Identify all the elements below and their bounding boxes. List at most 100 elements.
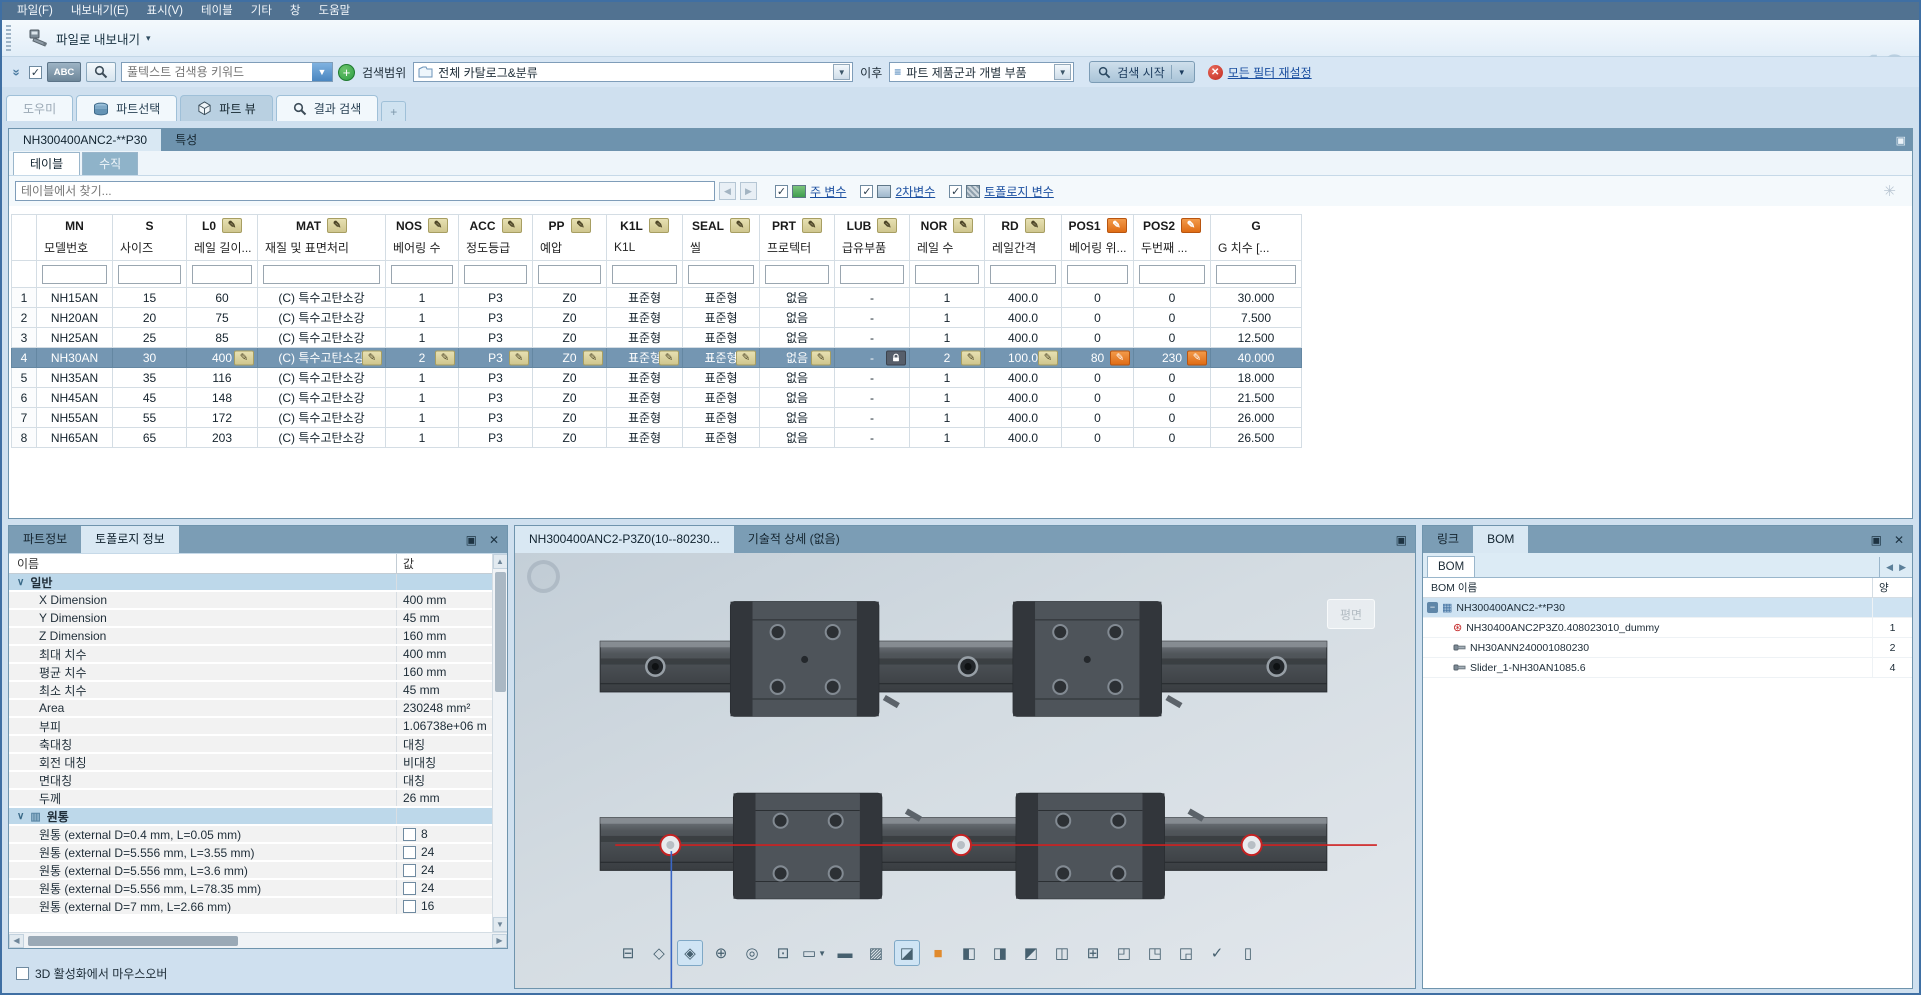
bom-maximize-icon[interactable]: ▣ <box>1871 533 1882 547</box>
main-tab-4[interactable]: + <box>381 101 406 121</box>
edit-pencil-icon[interactable]: ✎ <box>1110 350 1130 365</box>
main-tab-1[interactable]: 파트선택 <box>76 95 177 121</box>
view-tab-1[interactable]: 수직 <box>82 152 138 175</box>
scroll-left-icon[interactable]: ◀ <box>9 934 24 948</box>
bom-tab-right-icon[interactable]: ▶ <box>1897 562 1908 573</box>
main-tab-2[interactable]: 파트 뷰 <box>180 95 272 121</box>
menu-item-2[interactable]: 표시(V) <box>138 2 193 20</box>
hover-3d-checkbox-box[interactable] <box>16 967 29 980</box>
apply-icon[interactable]: ✓ <box>1204 940 1230 966</box>
cylinder-checkbox[interactable] <box>403 846 416 859</box>
view-front-icon[interactable]: ◧ <box>956 940 982 966</box>
edit-pencil-icon[interactable]: ✎ <box>327 218 347 233</box>
property-group-1[interactable]: ∨▥원통 <box>9 808 492 826</box>
panel-close-icon[interactable]: ✕ <box>489 533 499 547</box>
keyword-dropdown-icon[interactable]: ▼ <box>312 63 332 81</box>
edit-pencil-icon[interactable]: ✎ <box>362 350 382 365</box>
menu-item-3[interactable]: 테이블 <box>192 2 242 20</box>
scroll-right-icon[interactable]: ▶ <box>492 934 507 948</box>
bom-close-icon[interactable]: ✕ <box>1894 533 1904 547</box>
property-row[interactable]: 두께26 mm <box>9 790 492 808</box>
col-header-G[interactable]: G <box>1211 215 1302 237</box>
col-header-MN[interactable]: MN <box>37 215 113 237</box>
hatch-icon[interactable]: ▨ <box>863 940 889 966</box>
table-find-input[interactable] <box>15 181 715 201</box>
bom-tab-1[interactable]: BOM <box>1473 526 1528 553</box>
filter-input-S[interactable] <box>118 265 181 284</box>
scroll-down-icon[interactable]: ▼ <box>493 917 508 932</box>
maximize-icon[interactable]: ▣ <box>1896 134 1906 147</box>
main-tab-3[interactable]: 결과 검색 <box>276 95 379 121</box>
property-row[interactable]: 원통 (external D=0.4 mm, L=0.05 mm)8 <box>9 826 492 844</box>
view-iso-icon[interactable]: ◳ <box>1142 940 1168 966</box>
search-options-icon[interactable]: ▼ <box>1178 68 1186 77</box>
filter-input-PRT[interactable] <box>765 265 829 284</box>
panel-maximize-icon[interactable]: ▣ <box>466 533 477 547</box>
main-tab-0[interactable]: 도우미 <box>6 95 73 121</box>
cylinder-checkbox[interactable] <box>403 828 416 841</box>
viewer-maximize-icon[interactable]: ▣ <box>1396 533 1407 547</box>
edit-pencil-icon[interactable]: ✎ <box>222 218 242 233</box>
edit-pencil-icon[interactable]: ✎ <box>802 218 822 233</box>
edit-pencil-icon[interactable]: ✎ <box>583 350 603 365</box>
exit-3d-icon[interactable]: ▯ <box>1235 940 1261 966</box>
property-group-0[interactable]: ∨일반 <box>9 574 492 592</box>
checkbox-icon[interactable] <box>860 185 873 198</box>
menu-item-6[interactable]: 도움말 <box>310 2 360 20</box>
checkbox-icon[interactable] <box>949 185 962 198</box>
filter-input-NOR[interactable] <box>915 265 979 284</box>
edit-pencil-icon[interactable]: ✎ <box>1181 218 1201 233</box>
property-row[interactable]: 축대칭대칭 <box>9 736 492 754</box>
filter-input-SEAL[interactable] <box>688 265 754 284</box>
filter-input-G[interactable] <box>1216 265 1296 284</box>
filter-input-ACC[interactable] <box>464 265 527 284</box>
property-row[interactable]: 원통 (external D=5.556 mm, L=3.55 mm)24 <box>9 844 492 862</box>
menu-item-4[interactable]: 기타 <box>242 2 281 20</box>
col-header-LUB[interactable]: LUB✎ <box>835 215 910 237</box>
after-select[interactable]: ≡ 파트 제품군과 개별 부품 ▼ <box>889 62 1074 82</box>
table-row[interactable]: 7NH55AN55172(C) 특수고탄소강1P3Z0표준형표준형없음-1400… <box>12 408 1302 428</box>
orbit-icon[interactable]: ◎ <box>739 940 765 966</box>
bom-child-row[interactable]: NH30ANN2400010802302 <box>1423 638 1912 658</box>
edit-pencil-icon[interactable]: ✎ <box>435 350 455 365</box>
scope-dropdown-icon[interactable]: ▼ <box>833 64 850 80</box>
search-mode-button[interactable] <box>86 62 116 82</box>
collapse-chevron-icon[interactable]: ∨ <box>17 811 24 822</box>
bom-tab-0[interactable]: 링크 <box>1423 526 1473 553</box>
col-header-NOR[interactable]: NOR✎ <box>910 215 985 237</box>
toolbar-grip[interactable] <box>6 25 11 51</box>
plane-ghost-button[interactable]: 평면 <box>1327 599 1375 629</box>
edit-pencil-icon[interactable]: ✎ <box>736 350 756 365</box>
table-row[interactable]: 1NH15AN1560(C) 특수고탄소강1P3Z0표준형표준형없음-1400.… <box>12 288 1302 308</box>
collapse-chevron-icon[interactable]: ∨ <box>17 577 24 588</box>
property-row[interactable]: 평균 치수160 mm <box>9 664 492 682</box>
edit-pencil-icon[interactable]: ✎ <box>953 218 973 233</box>
menu-item-1[interactable]: 내보내기(E) <box>62 2 138 20</box>
col-header-POS2[interactable]: POS2✎ <box>1134 215 1211 237</box>
part-tab-1[interactable]: 특성 <box>161 129 211 151</box>
cylinder-checkbox[interactable] <box>403 864 416 877</box>
property-row[interactable]: Y Dimension45 mm <box>9 610 492 628</box>
filter-input-MN[interactable] <box>42 265 107 284</box>
bom-tab-left-icon[interactable]: ◀ <box>1884 562 1895 573</box>
filter-input-K1L[interactable] <box>612 265 677 284</box>
property-row[interactable]: 원통 (external D=5.556 mm, L=78.35 mm)24 <box>9 880 492 898</box>
hover-3d-checkbox[interactable]: 3D 활성화에서 마우스오버 <box>8 965 508 982</box>
col-header-NOS[interactable]: NOS✎ <box>386 215 459 237</box>
hscroll-thumb[interactable] <box>28 936 238 946</box>
cylinder-checkbox[interactable] <box>403 882 416 895</box>
col-header-K1L[interactable]: K1L✎ <box>607 215 683 237</box>
property-row[interactable]: 원통 (external D=5.556 mm, L=3.6 mm)24 <box>9 862 492 880</box>
keyword-input[interactable] <box>121 62 333 82</box>
variable-checkbox-0[interactable]: 주 변수 <box>775 183 846 200</box>
model-database-icon[interactable]: ⊟ <box>615 940 641 966</box>
bom-root-row[interactable]: −▦NH300400ANC2-**P30 <box>1423 598 1912 618</box>
zoom-fit-icon[interactable]: ⊕ <box>708 940 734 966</box>
variable-checkbox-1[interactable]: 2차변수 <box>860 183 935 200</box>
edit-pencil-icon[interactable]: ✎ <box>961 350 981 365</box>
col-header-ACC[interactable]: ACC✎ <box>459 215 533 237</box>
checkbox-icon[interactable] <box>775 185 788 198</box>
view-bottom-icon[interactable]: ◰ <box>1111 940 1137 966</box>
viewer-canvas[interactable]: 평면 <box>515 553 1415 988</box>
lock-icon[interactable] <box>886 350 906 365</box>
